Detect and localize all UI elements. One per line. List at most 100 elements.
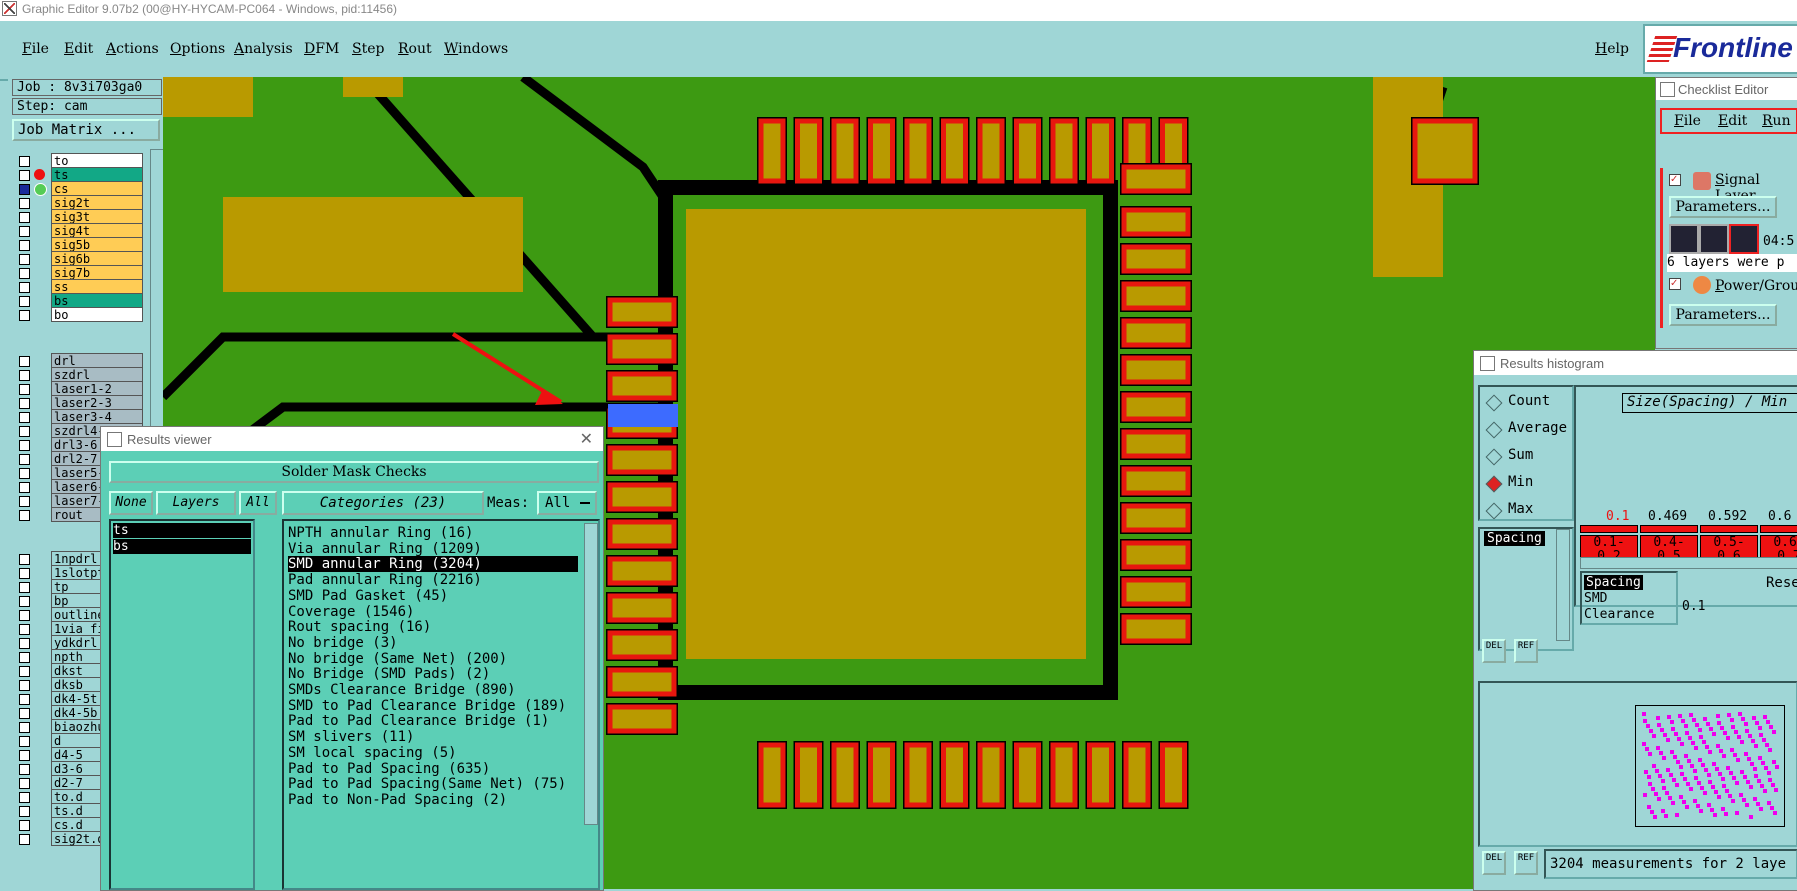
measure-type-item[interactable]: SMD [1584,591,1607,606]
layer-checkbox[interactable] [19,820,30,831]
layer-checkbox[interactable] [19,412,30,423]
layer-checkbox[interactable] [19,384,30,395]
layer-checkbox[interactable] [19,440,30,451]
layer-checkbox[interactable] [19,226,30,237]
layer-checkbox[interactable] [19,184,30,195]
layer-checkbox[interactable] [19,156,30,167]
layer-checkbox[interactable] [19,454,30,465]
layer-checkbox[interactable] [19,370,30,381]
layer-checkbox[interactable] [19,778,30,789]
layer-checkbox[interactable] [19,792,30,803]
layer-checkbox[interactable] [19,624,30,635]
menu-help[interactable]: Help [1595,41,1629,57]
menu-analysis[interactable]: Analysis [234,41,293,57]
histogram-scrollbar[interactable] [1580,557,1797,569]
category-item[interactable]: Pad annular Ring (2216) [288,572,578,588]
menu-options[interactable]: Options [170,41,225,57]
categories-list[interactable]: NPTH annular Ring (16) Via annular Ring (… [282,519,600,890]
meas-dropdown[interactable]: All [537,491,597,515]
layer-name[interactable]: ss [51,279,143,294]
layer-name[interactable]: sig3t [51,209,143,224]
checklist-menu-file[interactable]: File [1674,113,1701,129]
category-item[interactable]: SMDs Clearance Bridge (890) [288,682,578,698]
parameters-button-2[interactable]: Parameters... [1669,304,1777,326]
menu-step[interactable]: Step [352,41,384,57]
histogram-bar[interactable] [1700,525,1758,533]
layer-checkbox[interactable] [19,296,30,307]
layer-checkbox[interactable] [19,652,30,663]
run-action-icon[interactable] [1669,224,1699,254]
refresh-button[interactable]: REF [1514,851,1538,875]
delete-button[interactable]: DEL [1482,639,1506,663]
layer-checkbox[interactable] [19,212,30,223]
category-item[interactable]: No bridge (Same Net) (200) [288,651,578,667]
layer-checkbox[interactable] [19,638,30,649]
layer-checkbox[interactable] [19,426,30,437]
layer-checkbox[interactable] [19,198,30,209]
layer-checkbox[interactable] [19,510,30,521]
category-item[interactable]: Pad to Pad Spacing(Same Net) (75) [288,776,578,792]
category-item[interactable]: Rout spacing (16) [288,619,578,635]
refresh-button[interactable]: REF [1514,639,1538,663]
spacing-item[interactable]: Spacing [1484,531,1545,546]
checkbox-power[interactable]: ✓ [1669,278,1681,290]
layer-checkbox[interactable] [19,240,30,251]
layer-checkbox[interactable] [19,694,30,705]
layer-checkbox[interactable] [19,170,30,181]
layer-name[interactable]: sig5b [51,237,143,252]
layer-checkbox[interactable] [19,722,30,733]
solder-mask-checks-header[interactable]: Solder Mask Checks [109,461,599,483]
menu-edit[interactable]: Edit [64,41,93,57]
layer-checkbox[interactable] [19,282,30,293]
layer-checkbox[interactable] [19,666,30,677]
layer-name[interactable]: bo [51,307,143,322]
menu-dfm[interactable]: DFM [304,41,339,57]
categories-button[interactable]: Categories (23) [282,491,484,515]
category-item[interactable]: Pad to Pad Spacing (635) [288,761,578,777]
run-action-icon[interactable] [1729,224,1759,254]
parameters-button-1[interactable]: Parameters... [1669,196,1777,218]
run-action-icon[interactable] [1699,224,1729,254]
job-matrix-button[interactable]: Job Matrix ... [12,119,160,141]
layer-checkbox[interactable] [19,596,30,607]
layer-checkbox[interactable] [19,554,30,565]
menu-rout[interactable]: Rout [398,41,432,57]
layer-name[interactable]: laser3-4 [51,409,143,424]
category-item[interactable]: SM local spacing (5) [288,745,578,761]
radio-min[interactable] [1485,475,1503,493]
layer-checkbox[interactable] [19,680,30,691]
layer-checkbox[interactable] [19,310,30,321]
layer-checkbox[interactable] [19,708,30,719]
radio-sum[interactable] [1485,448,1503,466]
layer-name[interactable]: ts [51,167,143,182]
layer-checkbox[interactable] [19,834,30,845]
layer-checkbox[interactable] [19,582,30,593]
checklist-menu-run[interactable]: Run [1762,113,1791,129]
layer-result-ts[interactable]: ts [113,523,251,538]
spacing-list[interactable]: Spacing [1478,527,1574,651]
category-item[interactable]: Pad to Non-Pad Spacing (2) [288,792,578,808]
board-overview[interactable] [1478,681,1797,847]
category-item[interactable]: No Bridge (SMD Pads) (2) [288,666,578,682]
layer-checkbox[interactable] [19,482,30,493]
layer-checkbox[interactable] [19,610,30,621]
category-item[interactable]: No bridge (3) [288,635,578,651]
layer-checkbox[interactable] [19,568,30,579]
layer-name[interactable]: sig4t [51,223,143,238]
none-button[interactable]: None [109,491,153,515]
layer-name[interactable]: laser1-2 [51,381,143,396]
layer-checkbox[interactable] [19,468,30,479]
layer-checkbox[interactable] [19,764,30,775]
histogram-bar[interactable] [1640,525,1698,533]
category-item[interactable]: SMD to Pad Clearance Bridge (189) [288,698,578,714]
layer-checkbox[interactable] [19,268,30,279]
menu-windows[interactable]: Windows [444,41,508,57]
layer-result-bs[interactable]: bs [113,539,251,554]
layer-checkbox[interactable] [19,750,30,761]
menu-actions[interactable]: Actions [106,41,159,57]
layer-checkbox[interactable] [19,356,30,367]
layer-name[interactable]: laser2-3 [51,395,143,410]
histogram-bar[interactable] [1760,525,1797,533]
category-item[interactable]: SMD Pad Gasket (45) [288,588,578,604]
measure-type-item[interactable]: Spacing [1584,575,1643,590]
